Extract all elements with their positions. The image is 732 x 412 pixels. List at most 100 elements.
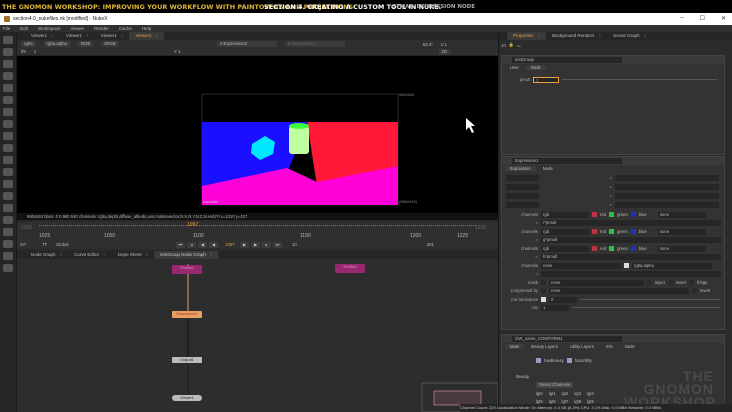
gamma-field[interactable]: Y 1	[174, 49, 180, 54]
input-b-dropdown[interactable]: B Expression1	[284, 41, 345, 47]
tab-background-renders[interactable]: Background Renders ×	[546, 32, 607, 40]
mix-input[interactable]: 1	[541, 304, 569, 311]
mask-checkbox[interactable]	[541, 280, 546, 285]
step-forward-button[interactable]: ▶	[251, 241, 260, 248]
tab-properties[interactable]: Properties ×	[507, 32, 547, 40]
mix-slider[interactable]	[572, 307, 720, 308]
hasbeauty-checkbox[interactable]	[536, 358, 541, 363]
mix-luminance-checkbox[interactable]	[541, 297, 546, 302]
temp-name-field[interactable]	[506, 183, 539, 190]
fps-dropdown[interactable]: 24*	[20, 242, 42, 247]
clear-panels-icon[interactable]: ▭	[517, 43, 521, 48]
tab-node[interactable]: Node	[538, 166, 558, 171]
tab-info[interactable]: Info	[601, 344, 618, 349]
hasutility-checkbox[interactable]	[566, 358, 572, 363]
close-icon[interactable]: ×	[156, 33, 159, 38]
tab-user[interactable]: User	[505, 65, 524, 70]
red-checkbox[interactable]	[592, 246, 597, 251]
blue-checkbox[interactable]	[630, 246, 636, 251]
timeline[interactable]: 1025 1025 1050 1100 1150 1200 1225 1097 …	[17, 222, 498, 240]
close-icon[interactable]: ×	[146, 252, 149, 257]
node-viewer1[interactable]: Viewer1	[172, 395, 202, 401]
other-tool-icon[interactable]	[3, 216, 13, 224]
tab-testgroup-node-graph[interactable]: testGroup Node Graph ×	[154, 251, 219, 259]
alpha-checkbox[interactable]	[624, 263, 629, 268]
lgt1-checkbox[interactable]: lgt1	[549, 391, 556, 396]
close-icon[interactable]: ×	[538, 33, 541, 38]
play-back-button[interactable]: ◀	[209, 241, 218, 248]
play-button[interactable]: ▶	[240, 241, 249, 248]
first-frame-button[interactable]: ⏮	[176, 241, 185, 248]
tab-main[interactable]: Main	[505, 344, 525, 349]
next-key-button[interactable]: ▸	[262, 241, 271, 248]
tab-node[interactable]: Node	[620, 344, 640, 349]
pmult-input[interactable]: 1	[533, 76, 559, 83]
premult-dropdown[interactable]: none	[549, 287, 689, 294]
premult-invert-checkbox[interactable]	[692, 288, 697, 293]
gizmo-tool-icon[interactable]	[3, 252, 13, 260]
temp-name-field[interactable]	[506, 192, 539, 199]
timeline-track[interactable]	[39, 225, 476, 231]
3d-tool-icon[interactable]	[3, 144, 13, 152]
node-shuffle2[interactable]: Shuffle2	[335, 264, 365, 273]
color-tool-icon[interactable]	[3, 84, 13, 92]
tab-viewer-1[interactable]: Viewer1 ×	[25, 32, 60, 40]
tab-viewer-2[interactable]: Viewer1 ×	[60, 32, 95, 40]
deep-tool-icon[interactable]	[3, 192, 13, 200]
last-frame-button[interactable]: ⏭	[273, 241, 282, 248]
close-icon[interactable]: ×	[210, 252, 213, 257]
red-checkbox[interactable]	[592, 212, 597, 217]
mix-luminance-input[interactable]: 0	[549, 296, 577, 303]
temp-name-field[interactable]	[506, 201, 539, 208]
transform-tool-icon[interactable]	[3, 132, 13, 140]
menu-help[interactable]: Help	[142, 26, 151, 31]
channels-dropdown[interactable]: rgb	[541, 228, 589, 235]
node-name-field[interactable]: testGroup	[512, 57, 622, 63]
zoom-level[interactable]: 53.3*	[423, 42, 433, 47]
inject-checkbox[interactable]	[647, 280, 652, 285]
view-mode-dropdown[interactable]: 2D	[438, 48, 451, 55]
pmult-slider[interactable]	[562, 79, 717, 80]
detect-channels-button[interactable]: Detect Channels	[536, 381, 573, 388]
menu-cache[interactable]: Cache	[119, 26, 132, 31]
close-icon[interactable]: ×	[51, 33, 54, 38]
gain-field[interactable]: 1	[34, 49, 36, 54]
tab-node-graph[interactable]: Node Graph ×	[25, 251, 68, 259]
tab-viewer-4[interactable]: Viewer1 ×	[129, 32, 165, 40]
node-expression1[interactable]: Expression1	[172, 311, 202, 318]
node-shuffle1[interactable]: Shuffle1	[172, 265, 202, 274]
close-icon[interactable]: ×	[598, 33, 601, 38]
settings-tool-icon[interactable]	[3, 264, 13, 272]
expr-red-field[interactable]: r*pmult	[541, 219, 721, 226]
menu-viewer[interactable]: Viewer	[70, 26, 84, 31]
expr-alpha-field[interactable]	[541, 270, 721, 277]
tab-viewer-3[interactable]: Viewer1 ×	[95, 32, 130, 40]
toolsets-icon[interactable]	[3, 204, 13, 212]
node-name-field[interactable]: Expression1	[512, 158, 622, 164]
red-checkbox[interactable]	[592, 229, 597, 234]
current-frame-field[interactable]: 1097	[220, 242, 240, 247]
alpha-dropdown[interactable]: rgba.alpha	[43, 41, 70, 47]
extra-channel-dropdown[interactable]: none	[657, 211, 706, 218]
blue-checkbox[interactable]	[630, 229, 636, 234]
tab-scene-graph[interactable]: Scene Graph ×	[607, 32, 652, 40]
keyer-tool-icon[interactable]	[3, 108, 13, 116]
tab-utility-layers[interactable]: Utility Layers	[565, 344, 599, 349]
close-icon[interactable]: ×	[644, 33, 647, 38]
colorspace-dropdown[interactable]: sRGB	[101, 41, 119, 47]
image-tool-icon[interactable]	[3, 36, 13, 44]
minimize-button[interactable]: –	[680, 15, 683, 22]
extra-channel-dropdown[interactable]: none	[657, 228, 706, 235]
timeline-start[interactable]: 1025	[21, 225, 32, 231]
furnace-tool-icon[interactable]	[3, 228, 13, 236]
tf-dropdown[interactable]: TF	[42, 242, 56, 247]
maximize-button[interactable]: ☐	[700, 15, 705, 22]
prev-key-button[interactable]: ◂	[187, 241, 196, 248]
temp-expr-field[interactable]	[615, 201, 719, 208]
extra-channel-dropdown[interactable]: none	[657, 245, 706, 252]
particles-tool-icon[interactable]	[3, 180, 13, 188]
node-output1[interactable]: Output1	[172, 357, 202, 363]
alpha-channel-dropdown[interactable]: rgba.alpha	[632, 262, 712, 269]
close-button[interactable]: ✕	[721, 15, 726, 22]
node-name-field[interactable]: GW_name_CONFORM1	[512, 336, 622, 342]
